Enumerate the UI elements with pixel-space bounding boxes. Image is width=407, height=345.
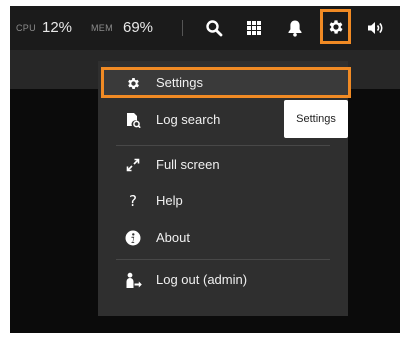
- menu-item-full-screen[interactable]: Full screen: [98, 147, 348, 183]
- topbar-divider: [182, 20, 183, 36]
- search-icon[interactable]: [202, 16, 226, 40]
- grid-icon[interactable]: [242, 16, 266, 40]
- expand-icon: [124, 156, 142, 174]
- question-icon: ?: [129, 192, 137, 210]
- menu-item-label: Full screen: [156, 157, 220, 172]
- log-search-icon: [124, 111, 142, 129]
- logout-icon: [124, 271, 142, 289]
- settings-button[interactable]: [320, 9, 351, 44]
- gear-icon: [329, 19, 343, 34]
- bell-icon[interactable]: [283, 16, 307, 40]
- mem-value: 69%: [123, 19, 154, 36]
- menu-item-label: Settings: [156, 75, 203, 90]
- gear-icon: [124, 74, 142, 92]
- speaker-icon[interactable]: [364, 16, 388, 40]
- menu-item-label: Help: [156, 193, 183, 208]
- menu-divider: [116, 259, 330, 260]
- cpu-label: CPU: [16, 23, 36, 33]
- cpu-value: 12%: [42, 19, 73, 36]
- app-window: CPU 12% MEM 69% Settings Log search Full…: [10, 6, 400, 333]
- menu-item-label: Log search: [156, 112, 221, 127]
- menu-item-label: Log out (admin): [156, 272, 248, 287]
- menu-item-label: About: [156, 230, 190, 245]
- menu-item-settings[interactable]: Settings: [98, 65, 348, 101]
- top-bar: CPU 12% MEM 69%: [10, 6, 400, 50]
- settings-tooltip: Settings: [284, 100, 348, 138]
- menu-divider: [116, 145, 330, 146]
- menu-item-help[interactable]: ? Help: [98, 183, 348, 219]
- info-icon: [124, 229, 142, 247]
- mem-label: MEM: [91, 23, 113, 33]
- menu-item-log-out[interactable]: Log out (admin): [98, 262, 348, 298]
- menu-item-about[interactable]: About: [98, 220, 348, 256]
